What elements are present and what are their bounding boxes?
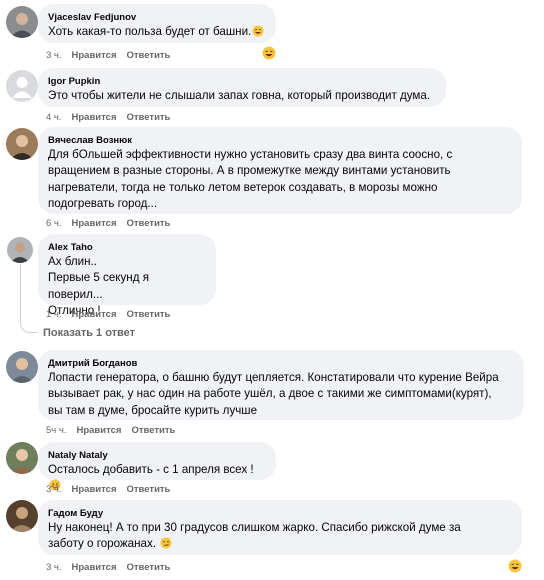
comment-author[interactable]: Вячеслав Вознюк (48, 134, 512, 147)
comment-actions: 3 ч. Нравится Ответить (46, 50, 180, 62)
comment-time[interactable]: 3 ч. (46, 50, 62, 62)
comment-author[interactable]: Igor Pupkin (48, 75, 436, 88)
reply-button[interactable]: Ответить (127, 562, 171, 574)
avatar[interactable] (6, 6, 38, 38)
comment-actions: 3 ч. Нравится Ответить (46, 484, 180, 496)
comment-actions: 5ч ч. Нравится Ответить (46, 425, 185, 437)
like-button[interactable]: Нравится (72, 484, 117, 496)
reply-thread-line (20, 264, 21, 322)
comment-bubble: Вячеслав Вознюк Для бОльшей эффективност… (38, 127, 522, 214)
comment-author[interactable]: Alex Taho (48, 241, 206, 254)
like-button[interactable]: Нравится (72, 50, 117, 62)
comment-text: Лопасти генератора, о башню будут цепляе… (48, 371, 499, 417)
comment-author[interactable]: Гадом Буду (48, 507, 512, 520)
like-button[interactable]: Нравится (72, 112, 117, 124)
comment-bubble: Alex Taho Ах блин.. Первые 5 секунд я по… (38, 234, 216, 317)
reply-button[interactable]: Ответить (127, 50, 171, 62)
like-button[interactable]: Нравится (72, 562, 117, 574)
comment-time[interactable]: 3 ч. (46, 484, 62, 496)
comment-time[interactable]: 3 ч. (46, 562, 62, 574)
comment-text: Для бОльшей эффективности нужно установи… (48, 148, 453, 210)
laughing-emoji-icon[interactable] (508, 559, 522, 573)
comment-author[interactable]: Дмитрий Богданов (48, 357, 514, 370)
comment-actions: 3 ч. Нравится Ответить (46, 562, 180, 574)
laughing-emoji-icon (252, 25, 264, 37)
avatar[interactable] (6, 70, 38, 102)
avatar[interactable] (6, 442, 38, 474)
comment-actions: 4 ч. Нравится Ответить (46, 112, 180, 124)
reply-button[interactable]: Ответить (127, 309, 171, 321)
comment-time[interactable]: 5ч ч. (46, 425, 66, 437)
comment-time[interactable]: 4 ч. (46, 112, 62, 124)
reply-button[interactable]: Ответить (127, 484, 171, 496)
comment-text: Ну наконец! А то при 30 градусов слишком… (48, 521, 461, 551)
comment-actions: 1 ч. Нравится Ответить (46, 309, 180, 321)
comment-bubble: Nataly Nataly Осталось добавить - с 1 ап… (38, 442, 276, 491)
comment-actions: 6 ч. Нравится Ответить (46, 218, 180, 230)
comment-bubble: Vjaceslav Fedjunov Хоть какая-то польза … (38, 4, 276, 43)
avatar[interactable] (7, 237, 33, 263)
comment-bubble: Гадом Буду Ну наконец! А то при 30 граду… (38, 500, 522, 555)
show-replies-link[interactable]: Показать 1 ответ (43, 327, 135, 339)
smirk-emoji-icon (160, 537, 172, 549)
reply-button[interactable]: Ответить (127, 112, 171, 124)
like-button[interactable]: Нравится (72, 218, 117, 230)
comment-bubble: Дмитрий Богданов Лопасти генератора, о б… (38, 350, 524, 420)
avatar[interactable] (6, 351, 38, 383)
like-button[interactable]: Нравится (72, 309, 117, 321)
reply-thread-connector (20, 322, 37, 333)
reply-button[interactable]: Ответить (131, 425, 175, 437)
comment-bubble: Igor Pupkin Это чтобы жители не слышали … (38, 68, 446, 107)
reply-button[interactable]: Ответить (127, 218, 171, 230)
comment-author[interactable]: Vjaceslav Fedjunov (48, 11, 266, 24)
comment-time[interactable]: 6 ч. (46, 218, 62, 230)
comment-text: Это чтобы жители не слышали запах говна,… (48, 89, 431, 102)
like-button[interactable]: Нравится (76, 425, 121, 437)
comment-time[interactable]: 1 ч. (46, 309, 62, 321)
laughing-emoji-icon[interactable] (262, 46, 276, 60)
avatar[interactable] (6, 500, 38, 532)
comment-author[interactable]: Nataly Nataly (48, 449, 266, 462)
comment-text: Хоть какая-то польза будет от башни. (48, 24, 266, 40)
avatar[interactable] (6, 128, 38, 160)
